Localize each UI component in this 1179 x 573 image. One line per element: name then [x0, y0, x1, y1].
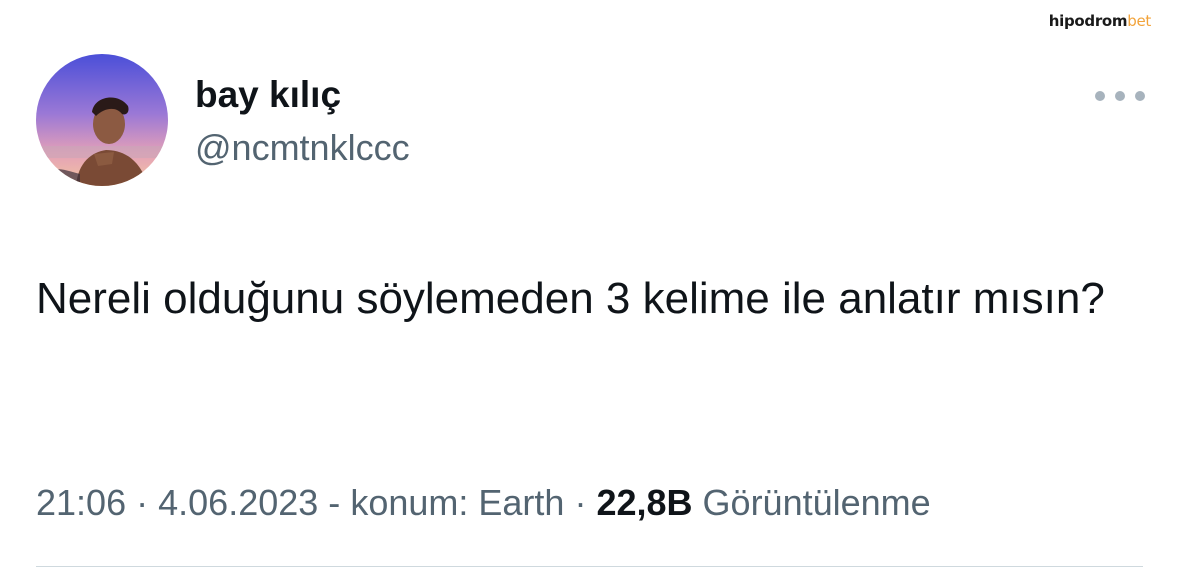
watermark-part-a: hipodrom — [1048, 12, 1128, 30]
watermark-logo: hipodrombet — [1048, 12, 1152, 30]
watermark-part-b: bet — [1127, 12, 1151, 30]
meta-dash: - — [328, 482, 341, 523]
more-options-icon-dot — [1115, 91, 1125, 101]
tweet-date[interactable]: 4.06.2023 — [158, 482, 318, 523]
tweet-time[interactable]: 21:06 — [36, 482, 126, 523]
views-count[interactable]: 22,8B — [596, 482, 692, 523]
views-label[interactable]: Görüntülenme — [703, 482, 931, 523]
tweet-text: Nereli olduğunu söylemeden 3 kelime ile … — [36, 274, 1105, 323]
meta-separator: · — [136, 482, 149, 523]
more-options-icon-dot — [1135, 91, 1145, 101]
meta-separator-2: · — [574, 482, 587, 523]
avatar[interactable] — [36, 54, 168, 186]
author-display-name[interactable]: bay kılıç — [195, 72, 341, 118]
avatar-photo-icon — [36, 54, 168, 186]
more-options-icon — [1095, 91, 1105, 101]
tweet-meta: 21:06 · 4.06.2023 - konum: Earth · 22,8B… — [36, 478, 931, 528]
author-handle[interactable]: @ncmtnklccc — [195, 126, 410, 170]
more-options-button[interactable] — [1095, 84, 1145, 108]
tweet-location: konum: Earth — [350, 482, 565, 523]
divider — [36, 566, 1143, 567]
